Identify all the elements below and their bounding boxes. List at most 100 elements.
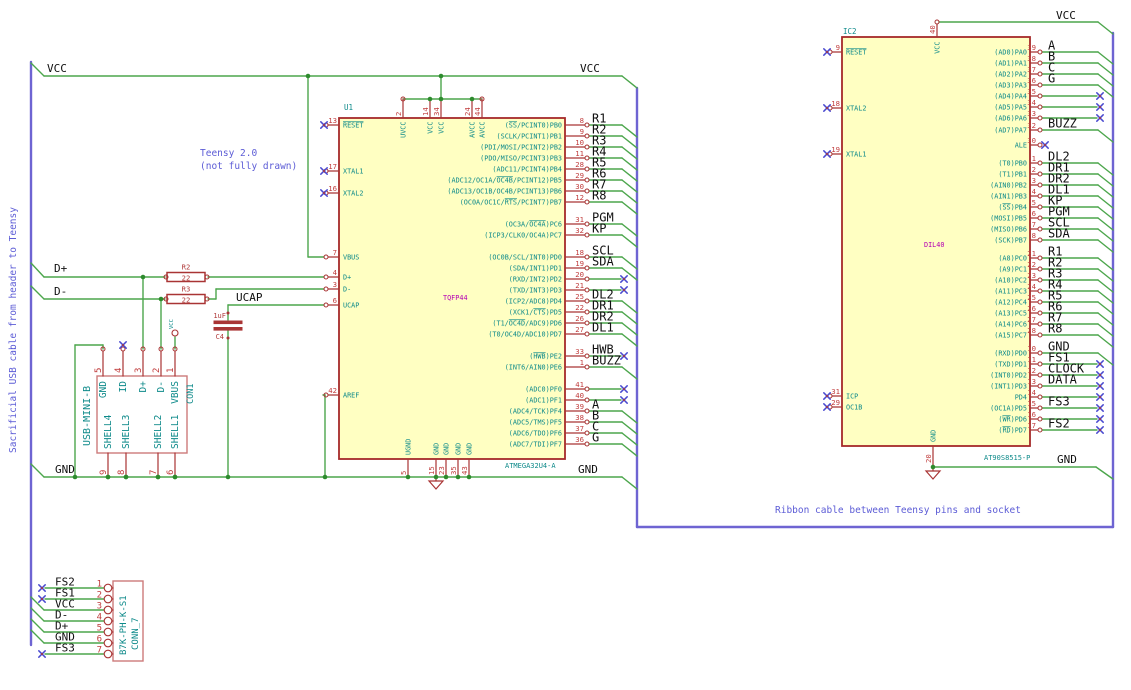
ic2-pin-number: 7 — [1032, 220, 1036, 229]
ic2-pin-name: (SCK)PB7 — [994, 236, 1027, 244]
ic2-pin-number: 29 — [831, 398, 840, 407]
u1-part: ATMEGA32U4-A — [505, 462, 556, 470]
noconnect-x — [826, 406, 828, 408]
sacrificial-cable-note: Sacrificial USB cable from header to Tee… — [8, 207, 19, 453]
noconnect-x — [41, 653, 43, 655]
u1-pin-number: 19 — [575, 259, 584, 268]
ic2-pin-number: 37 — [1027, 65, 1036, 74]
ic2-pin-number: 20 — [924, 454, 933, 463]
r2-ref: R2 — [182, 263, 191, 272]
ic2-pin-number: 35 — [1027, 87, 1036, 96]
vcc-symbol-label: VCC — [169, 319, 175, 329]
u1-pin-name: AVCC — [469, 122, 477, 138]
net-label: R8 — [592, 189, 606, 203]
u1-pin-number: 22 — [575, 303, 584, 312]
net-label: FS3 — [1048, 395, 1070, 409]
ic2-pin-name: (A15)PC7 — [994, 331, 1027, 339]
c4-plate-bottom — [213, 327, 243, 331]
con1-pin-number: 9 — [99, 470, 109, 475]
u1-pin-name: (XCK1/CTS)PD5 — [509, 308, 562, 316]
u1-pin-number: 25 — [575, 292, 584, 301]
u1-pin-name: VBUS — [343, 253, 359, 261]
conn7-pin-number: 7 — [97, 646, 102, 656]
u1-pin-name: VCC — [438, 122, 446, 134]
ic2-pin-number: 23 — [1027, 271, 1036, 280]
ic2-pin-name: PD4 — [1015, 393, 1027, 401]
u1-pin-number: 20 — [575, 270, 584, 279]
noconnect-x — [826, 107, 828, 109]
ic2-pin-name: ICP — [846, 392, 858, 400]
ic2-pin-name: (AD4)PA4 — [994, 92, 1027, 100]
junction-dot — [140, 274, 146, 280]
ic2-pin-name: RESET — [846, 48, 866, 56]
con1-pin-name: GND — [98, 381, 109, 398]
junction-dot — [930, 464, 936, 470]
noconnect-x — [623, 399, 625, 401]
net-label: BUZZ — [592, 354, 621, 368]
net-label: R8 — [1048, 322, 1062, 336]
ic2-pin-name: (TXD)PD1 — [994, 360, 1027, 368]
conn7-pin-number: 1 — [97, 580, 102, 590]
u1-pin-name: UGND — [405, 439, 413, 455]
ic2-pin-name: (INT1)PD3 — [990, 382, 1027, 390]
ic2-pin-number: 18 — [831, 99, 840, 108]
ic2-pin-number: 2 — [1032, 165, 1036, 174]
ic2-value: DIL40 — [924, 241, 944, 249]
ic2-pin-name: (A10)PC2 — [994, 276, 1027, 284]
u1-value: TQFP44 — [443, 294, 468, 302]
ic2-pin-name: (AD2)PA2 — [994, 70, 1027, 78]
ic2-pin-number: 32 — [1027, 121, 1036, 130]
ic2-pin-name: (AD3)PA3 — [994, 81, 1027, 89]
u1-pin-number: 43 — [460, 466, 469, 475]
ic2-pin-name: VCC — [934, 42, 942, 54]
conn7-pin-number: 6 — [97, 635, 102, 645]
u1-pin-number: 3 — [333, 280, 337, 289]
u1-pin-name: (TXD/INT3)PD3 — [509, 286, 562, 294]
ic2-pin-name: XTAL1 — [846, 150, 866, 158]
net-label: GND — [55, 463, 75, 476]
net-label: KP — [592, 222, 606, 236]
noconnect-x — [1099, 418, 1101, 420]
r3-ref: R3 — [182, 285, 191, 294]
net-label: G — [592, 431, 599, 445]
u1-pin-name: UVCC — [400, 122, 408, 138]
ic2-pin-number: 36 — [1027, 76, 1036, 85]
net-label: DL1 — [592, 321, 614, 335]
con1-pin-name: SHELL1 — [170, 414, 181, 449]
net-label: SDA — [592, 255, 614, 269]
u1-pin-number: 34 — [432, 107, 441, 116]
u1-pin-name: GND — [455, 443, 463, 455]
ic2-pin-number: 33 — [1027, 109, 1036, 118]
u1-pin-number: 12 — [575, 193, 584, 202]
ic2-part: AT90S8515-P — [984, 454, 1030, 462]
c4-plate-top — [213, 320, 243, 325]
ic2-pin-number: 14 — [1027, 388, 1036, 397]
gnd-symbol — [427, 480, 445, 490]
u1-pin-number: 28 — [575, 160, 584, 169]
noconnect-x — [623, 355, 625, 357]
con1-pin-name: SHELL2 — [153, 415, 164, 449]
conn7-pin-pad — [103, 616, 113, 626]
u1-pin-name: (SS/PCINT0)PB0 — [505, 121, 562, 129]
ic2-pin-name: (OC1A)PD5 — [990, 404, 1027, 412]
c4-value: 1uF — [213, 312, 226, 320]
ic2-pin-number: 17 — [1027, 421, 1036, 430]
u1-pin-number: 13 — [328, 116, 337, 125]
u1-pin-name: (SCLK/PCINT1)PB1 — [497, 132, 562, 140]
junction-dot — [322, 474, 328, 480]
u1-pin-name: (INT6/AIN0)PE6 — [505, 363, 562, 371]
u1-pin-number: 27 — [575, 325, 584, 334]
u1-pin-name: VCC — [427, 122, 435, 134]
ic2-pin-number: 30 — [1027, 136, 1036, 145]
conn7-pin-number: 3 — [97, 602, 102, 612]
teensy-note: Teensy 2.0 — [200, 148, 257, 159]
con1-pin-number: 7 — [149, 470, 159, 475]
con1-pin-number: 6 — [166, 470, 176, 475]
ic2-pin-number: 6 — [1032, 209, 1036, 218]
noconnect-x — [1099, 429, 1101, 431]
net-label: VCC — [580, 62, 600, 75]
u1-pin-name: XTAL2 — [343, 189, 363, 197]
ic2-pin-name: (MISO)PB6 — [990, 225, 1027, 233]
net-label: FS2 — [1048, 417, 1070, 431]
u1-pin-number: 29 — [575, 171, 584, 180]
